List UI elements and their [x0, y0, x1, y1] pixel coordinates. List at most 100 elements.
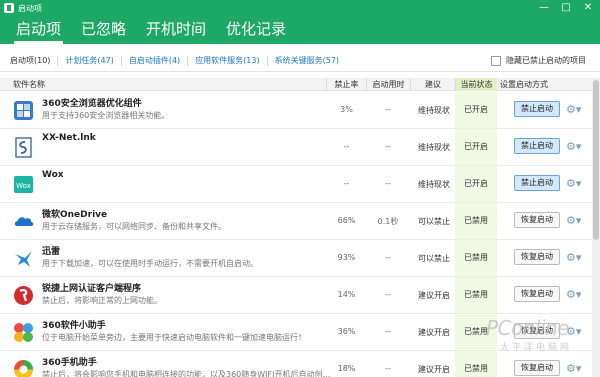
gear-dropdown-icon[interactable]: ⚙▾ [566, 251, 586, 265]
software-description: 禁止后，将会影响您手机和电脑相连接的功能，以及360随身WIFI开机后自动创… [42, 370, 331, 377]
startup-time: -- [385, 327, 391, 336]
column-header-advice[interactable]: 建议 [410, 78, 455, 91]
column-header-name[interactable]: 软件名称 [13, 78, 45, 91]
advice: 可以禁止 [418, 254, 450, 263]
hide-disabled-option[interactable]: 隐藏已禁止启动的项目 [491, 55, 586, 66]
gear-dropdown-icon[interactable]: ⚙▾ [566, 140, 586, 154]
tab-boot-time[interactable]: 开机时间 [136, 20, 216, 44]
ruijie-red-icon [14, 286, 33, 305]
360-assistant-icon [14, 323, 33, 342]
filter-app-services[interactable]: 应用软件服务(13) [188, 55, 268, 66]
table-row[interactable]: 微软OneDrive 用于云存储服务，可以网络同步、备份和共享文件。 66% 0… [0, 203, 592, 240]
table-row[interactable]: 360安全浏览器优化组件 用于支持360安全浏览器相关功能。 3% -- 维持现… [0, 92, 592, 129]
gear-dropdown-icon[interactable]: ⚙▾ [566, 103, 586, 117]
gear-dropdown-icon[interactable]: ⚙▾ [566, 288, 586, 302]
table-row[interactable]: XX-Net.lnk -- -- 维持现状 已开启 禁止启动 ⚙▾ [0, 129, 592, 166]
software-description: 用于支持360安全浏览器相关功能。 [42, 111, 170, 120]
svg-text:Wox: Wox [16, 182, 31, 190]
window-title: 启动项 [18, 3, 42, 13]
tab-ignored[interactable]: 已忽略 [71, 20, 136, 44]
advice: 可以禁止 [418, 217, 450, 226]
main-tab-bar: 启动项 已忽略 开机时间 优化记录 [0, 16, 600, 44]
disable-rate: 14% [337, 290, 356, 299]
startup-time: -- [385, 105, 391, 114]
disable-rate: -- [343, 142, 350, 151]
disable-startup-button[interactable]: 禁止启动 [514, 138, 560, 154]
script-file-icon [15, 137, 32, 158]
advice: 维持现状 [418, 106, 450, 115]
disable-rate: 3% [340, 105, 353, 114]
thunder-bird-icon [15, 251, 32, 267]
advice: 建议开启 [418, 328, 450, 337]
current-state: 已开启 [455, 92, 497, 128]
filter-bar: 启动项(10) 计划任务(47) 自启动插件(4) 应用软件服务(13) 系统关… [0, 50, 600, 72]
software-name: 360安全浏览器优化组件 [42, 99, 142, 109]
column-header-disable-rate[interactable]: 禁止率 [326, 78, 366, 91]
current-state: 已开启 [455, 166, 497, 202]
filter-autostart-plugins[interactable]: 自启动插件(4) [122, 55, 189, 66]
hide-disabled-label: 隐藏已禁止启动的项目 [506, 56, 586, 65]
wox-icon: Wox [14, 176, 33, 193]
hide-disabled-checkbox[interactable] [491, 55, 501, 66]
close-button[interactable]: ✕ [577, 0, 599, 16]
startup-time: -- [385, 142, 391, 151]
gear-dropdown-icon[interactable]: ⚙▾ [566, 325, 586, 339]
table-header: 软件名称 禁止率 启动用时 建议 当前状态 设置启动方式 [0, 78, 592, 91]
table-row[interactable]: 锐捷上网认证客户端程序 禁止后，将影响正常的上网功能。 14% -- 建议开启 … [0, 277, 592, 314]
software-name: 微软OneDrive [42, 210, 108, 220]
app-icon [4, 3, 14, 13]
gear-dropdown-icon[interactable]: ⚙▾ [566, 362, 586, 376]
current-state: 已禁用 [455, 314, 497, 350]
tab-startup-items[interactable]: 启动项 [6, 20, 71, 44]
filter-startup-items[interactable]: 启动项(10) [10, 55, 59, 66]
table-row[interactable]: 360手机助手 禁止后，将会影响您手机和电脑相连接的功能，以及360随身WIFI… [0, 351, 592, 377]
disable-rate: 36% [337, 327, 356, 336]
software-description: 位于电脑开始菜单旁边，主要用于快速启动电脑软件和一键加速电脑运行！ [42, 333, 306, 342]
disable-rate: 93% [337, 253, 356, 262]
table-row[interactable]: 迅雷 用于下载加速，可以在使用时手动运行，不需要开机自启动。 93% -- 可以… [0, 240, 592, 277]
startup-time: -- [385, 179, 391, 188]
software-name: 360手机助手 [42, 358, 97, 368]
current-state: 已禁用 [455, 351, 497, 377]
disable-rate: -- [343, 179, 350, 188]
table-row[interactable]: Wox Wox -- -- 维持现状 已开启 禁止启动 ⚙▾ [0, 166, 592, 203]
restore-startup-button[interactable]: 恢复启动 [514, 249, 560, 265]
startup-time: -- [385, 364, 391, 373]
current-state: 已开启 [455, 129, 497, 165]
table-row[interactable]: 360软件小助手 位于电脑开始菜单旁边，主要用于快速启动电脑软件和一键加速电脑运… [0, 314, 592, 351]
disable-startup-button[interactable]: 禁止启动 [514, 101, 560, 117]
startup-time: -- [385, 253, 391, 262]
restore-startup-button[interactable]: 恢复启动 [514, 323, 560, 339]
restore-startup-button[interactable]: 恢复启动 [514, 360, 560, 376]
advice: 建议开启 [418, 365, 450, 374]
scrollbar-thumb[interactable] [593, 80, 599, 240]
disable-rate: 66% [337, 216, 356, 225]
360-phone-assistant-icon [14, 360, 33, 377]
startup-time: 0.1秒 [377, 217, 399, 226]
software-description: 用于云存储服务，可以网络同步、备份和共享文件。 [42, 222, 226, 231]
minimize-button[interactable]: — [533, 0, 555, 16]
disable-startup-button[interactable]: 禁止启动 [514, 175, 560, 191]
column-header-startup-time[interactable]: 启动用时 [366, 78, 410, 91]
vertical-scrollbar[interactable] [592, 78, 600, 377]
software-name: 锐捷上网认证客户端程序 [42, 284, 142, 294]
maximize-button[interactable]: □ [555, 0, 577, 16]
advice: 建议开启 [418, 291, 450, 300]
software-name: 迅雷 [42, 247, 61, 257]
filter-scheduled-tasks[interactable]: 计划任务(47) [58, 55, 122, 66]
restore-startup-button[interactable]: 恢复启动 [514, 212, 560, 228]
advice: 维持现状 [418, 143, 450, 152]
restore-startup-button[interactable]: 恢复启动 [514, 286, 560, 302]
column-header-current-state[interactable]: 当前状态 [455, 78, 497, 91]
gear-dropdown-icon[interactable]: ⚙▾ [566, 177, 586, 191]
browser-component-icon [14, 101, 33, 120]
filter-system-services[interactable]: 系统关键服务(57) [268, 56, 346, 66]
onedrive-cloud-icon [14, 217, 34, 226]
tab-optimize-records[interactable]: 优化记录 [216, 20, 296, 44]
title-bar: 启动项 [0, 0, 600, 16]
disable-rate: 18% [337, 364, 356, 373]
current-state: 已禁用 [455, 277, 497, 313]
gear-dropdown-icon[interactable]: ⚙▾ [566, 214, 586, 228]
software-description: 用于下载加速，可以在使用时手动运行，不需要开机自启动。 [42, 259, 258, 268]
current-state: 已禁用 [455, 203, 497, 239]
